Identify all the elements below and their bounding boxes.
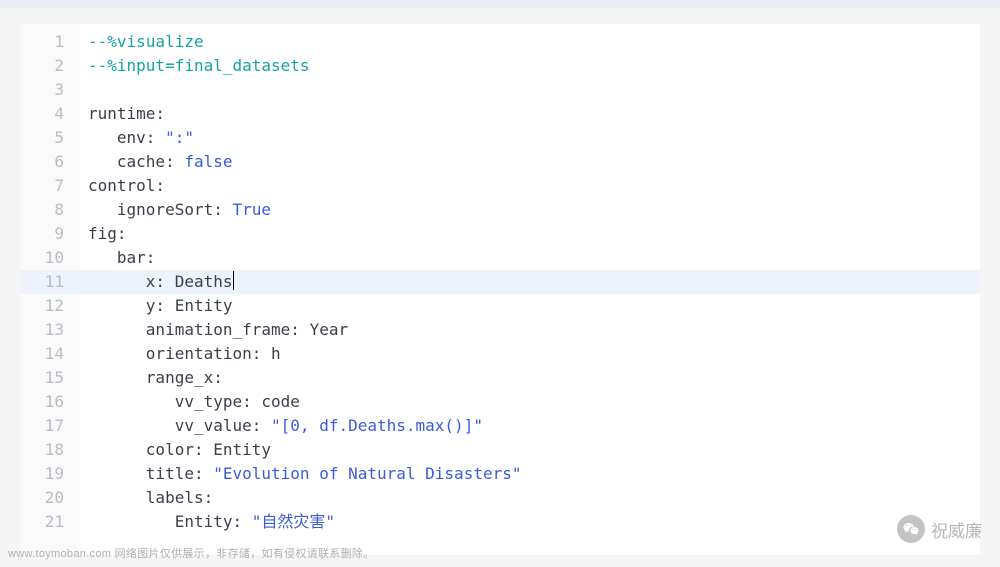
line-number: 7: [32, 174, 64, 198]
code-line[interactable]: range_x:: [88, 366, 980, 390]
code-token: animation_frame:: [88, 320, 310, 339]
code-token: "自然灾害": [252, 512, 335, 531]
code-token: env:: [88, 128, 165, 147]
code-token: x:: [88, 272, 175, 291]
code-token: --%visualize: [88, 32, 204, 51]
line-number: 16: [32, 390, 64, 414]
line-number: 13: [32, 318, 64, 342]
code-token: orientation:: [88, 344, 271, 363]
line-number: 1: [32, 30, 64, 54]
line-number: 12: [32, 294, 64, 318]
watermark-left: www.toymoban.com 网络图片仅供展示，非存储，如有侵权请联系删除。: [8, 545, 374, 561]
line-number: 5: [32, 126, 64, 150]
code-line[interactable]: labels:: [88, 486, 980, 510]
line-number: 4: [32, 102, 64, 126]
code-token: ignoreSort:: [88, 200, 233, 219]
code-line[interactable]: vv_type: code: [88, 390, 980, 414]
code-token: Year: [310, 320, 349, 339]
wechat-icon: [897, 515, 925, 543]
code-line[interactable]: title: "Evolution of Natural Disasters": [88, 462, 980, 486]
line-number: 3: [32, 78, 64, 102]
line-number: 8: [32, 198, 64, 222]
code-token: code: [261, 392, 300, 411]
code-token: fig:: [88, 224, 127, 243]
code-line[interactable]: --%input=final_datasets: [88, 54, 980, 78]
code-token: runtime:: [88, 104, 165, 123]
watermark-right: 祝威廉: [897, 515, 982, 543]
code-token: "[0, df.Deaths.max()]": [271, 416, 483, 435]
code-line[interactable]: --%visualize: [88, 30, 980, 54]
line-number: 20: [32, 486, 64, 510]
line-number-gutter: 123456789101112131415161718192021: [20, 24, 80, 555]
code-line[interactable]: color: Entity: [88, 438, 980, 462]
code-line[interactable]: orientation: h: [88, 342, 980, 366]
code-line[interactable]: x: Deaths: [80, 270, 980, 294]
line-number: 15: [32, 366, 64, 390]
code-token: vv_value:: [88, 416, 271, 435]
line-number: 21: [32, 510, 64, 534]
code-token: Deaths: [175, 272, 233, 291]
code-token: title:: [88, 464, 213, 483]
code-line[interactable]: cache: false: [88, 150, 980, 174]
code-token: cache:: [88, 152, 184, 171]
code-line[interactable]: animation_frame: Year: [88, 318, 980, 342]
code-line[interactable]: vv_value: "[0, df.Deaths.max()]": [88, 414, 980, 438]
code-token: bar:: [88, 248, 155, 267]
line-number: 18: [32, 438, 64, 462]
code-token: Entity:: [88, 512, 252, 531]
line-number: 17: [32, 414, 64, 438]
code-token: color:: [88, 440, 213, 459]
code-line[interactable]: fig:: [88, 222, 980, 246]
code-token: "Evolution of Natural Disasters": [213, 464, 521, 483]
code-line[interactable]: ignoreSort: True: [88, 198, 980, 222]
text-cursor: [233, 271, 235, 290]
window-topbar: [0, 0, 1000, 8]
code-token: y:: [88, 296, 175, 315]
line-number: 2: [32, 54, 64, 78]
line-number: 14: [32, 342, 64, 366]
code-token: --%input=final_datasets: [88, 56, 310, 75]
code-token: false: [184, 152, 232, 171]
watermark-right-text: 祝威廉: [931, 517, 982, 542]
code-token: ":": [165, 128, 194, 147]
code-token: Entity: [213, 440, 271, 459]
line-number: 11: [20, 270, 80, 294]
line-number: 6: [32, 150, 64, 174]
code-line[interactable]: Entity: "自然灾害": [88, 510, 980, 534]
code-token: h: [271, 344, 281, 363]
code-token: True: [233, 200, 272, 219]
line-number: 10: [32, 246, 64, 270]
code-token: range_x:: [88, 368, 223, 387]
line-number: 9: [32, 222, 64, 246]
code-line[interactable]: env: ":": [88, 126, 980, 150]
line-number: 19: [32, 462, 64, 486]
code-token: labels:: [88, 488, 213, 507]
code-content-area[interactable]: --%visualize --%input=final_datasetsrunti…: [80, 24, 980, 555]
code-token: control:: [88, 176, 165, 195]
code-line[interactable]: bar:: [88, 246, 980, 270]
code-line[interactable]: control:: [88, 174, 980, 198]
code-editor[interactable]: 123456789101112131415161718192021 --%vis…: [20, 24, 980, 555]
code-line[interactable]: y: Entity: [88, 294, 980, 318]
code-line[interactable]: [88, 78, 980, 102]
code-token: Entity: [175, 296, 233, 315]
code-token: vv_type:: [88, 392, 261, 411]
code-line[interactable]: runtime:: [88, 102, 980, 126]
